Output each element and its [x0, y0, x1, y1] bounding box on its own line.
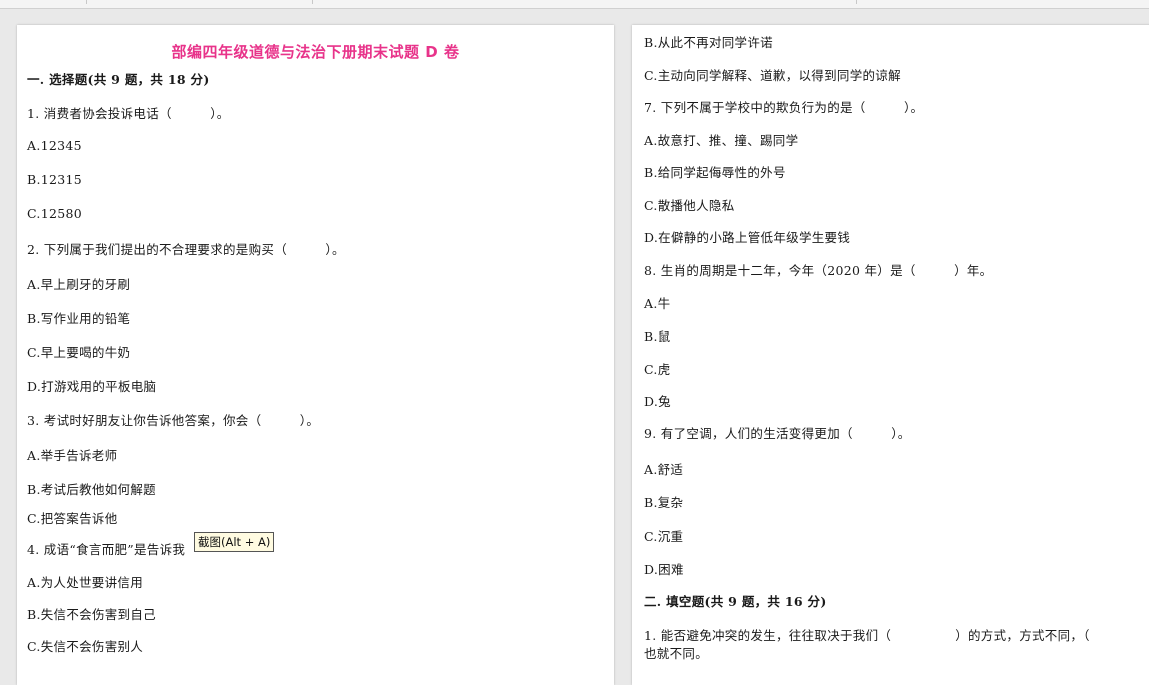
answer-option: D.困难	[644, 562, 684, 577]
question-text: 1. 消费者协会投诉电话（ ）。	[27, 106, 230, 121]
question-text: 1. 能否避免冲突的发生，往往取决于我们（ ）的方式，方式不同，（	[644, 628, 1090, 643]
question-text: 7. 下列不属于学校中的欺负行为的是（ ）。	[644, 100, 924, 115]
answer-option: A.12345	[27, 138, 82, 153]
answer-option: B.鼠	[644, 329, 671, 344]
question-text: 9. 有了空调，人们的生活变得更加（ ）。	[644, 426, 911, 441]
answer-option: B.考试后教他如何解题	[27, 482, 156, 497]
document-title: 部编四年级道德与法治下册期末试题 D 卷	[171, 43, 460, 61]
answer-option: D.兔	[644, 394, 671, 409]
question-text: 4. 成语“食言而肥”是告诉我	[27, 542, 186, 557]
question-text: 2. 下列属于我们提出的不合理要求的是购买（ ）。	[27, 242, 345, 257]
answer-option: C.主动向同学解释、道歉，以得到同学的谅解	[644, 68, 901, 83]
answer-option: C.把答案告诉他	[27, 511, 118, 526]
toolbar-strip	[0, 0, 1149, 9]
question-text: 8. 生肖的周期是十二年，今年（2020 年）是（ ）年。	[644, 263, 993, 278]
answer-option: A.牛	[644, 296, 671, 311]
ruler-tick	[856, 0, 857, 4]
document-page-left: 部编四年级道德与法治下册期末试题 D 卷 一. 选择题(共 9 题，共 18 分…	[17, 25, 614, 685]
answer-option: B.给同学起侮辱性的外号	[644, 165, 786, 180]
answer-option: B.12315	[27, 172, 83, 187]
answer-option: D.在僻静的小路上管低年级学生要钱	[644, 230, 851, 245]
screenshot-shortcut-tooltip: 截图(Alt + A)	[194, 532, 275, 552]
answer-option: B.写作业用的铅笔	[27, 311, 131, 326]
answer-option: C.虎	[644, 362, 671, 377]
answer-option: B.失信不会伤害到自己	[27, 607, 156, 622]
question-text: 3. 考试时好朋友让你告诉他答案，你会（ ）。	[27, 413, 320, 428]
answer-option: A.早上刷牙的牙刷	[27, 277, 131, 292]
answer-option: C.12580	[27, 206, 82, 221]
answer-option: A.为人处世要讲信用	[27, 575, 144, 590]
answer-option: D.打游戏用的平板电脑	[27, 379, 157, 394]
ruler-tick	[86, 0, 87, 4]
answer-option: B.复杂	[644, 495, 684, 510]
question-text-continued: 也就不同。	[644, 646, 709, 661]
answer-option: A.故意打、推、撞、踢同学	[644, 133, 799, 148]
answer-option: A.舒适	[644, 462, 684, 477]
document-page-right: B.从此不再对同学许诺 C.主动向同学解释、道歉，以得到同学的谅解 7. 下列不…	[632, 25, 1149, 685]
answer-option: C.失信不会伤害别人	[27, 639, 144, 654]
answer-option: C.散播他人隐私	[644, 198, 735, 213]
answer-option: B.从此不再对同学许诺	[644, 35, 773, 50]
answer-option: A.举手告诉老师	[27, 448, 118, 463]
section-heading: 一. 选择题(共 9 题，共 18 分)	[27, 72, 210, 87]
ruler-tick	[312, 0, 313, 4]
answer-option: C.沉重	[644, 529, 684, 544]
answer-option: C.早上要喝的牛奶	[27, 345, 131, 360]
section-heading: 二. 填空题(共 9 题，共 16 分)	[644, 594, 827, 609]
